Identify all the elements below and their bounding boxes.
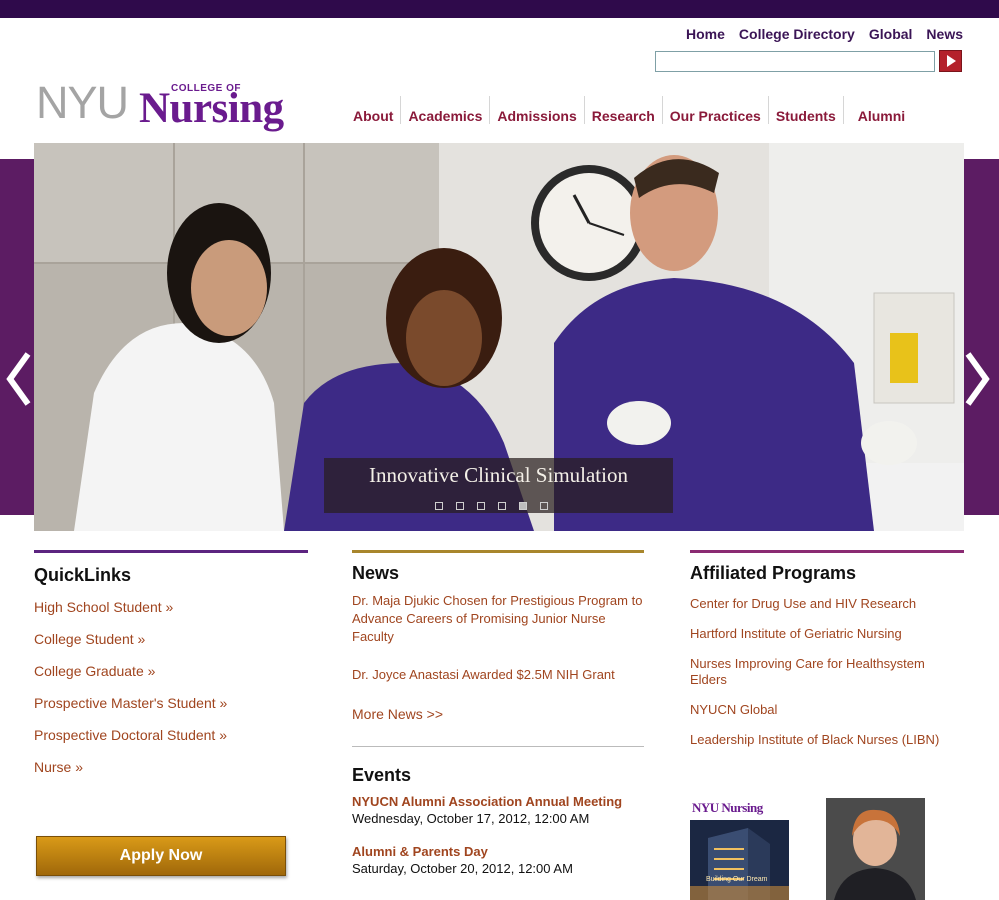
quicklinks-section: QuickLinks High School Student » College… [34,550,308,776]
magazine-cover-image[interactable]: NYU Nursing Building Our Dream [690,798,789,900]
site-logo[interactable]: NYU COLLEGE OF Nursing [36,80,306,140]
slide-dot[interactable] [456,502,464,510]
nav-students[interactable]: Students [769,96,844,124]
affiliated-programs-section: Affiliated Programs Center for Drug Use … [690,550,964,748]
slide-dot[interactable] [540,502,548,510]
nav-research[interactable]: Research [585,96,663,124]
quicklink-college-graduate[interactable]: College Graduate » [34,662,308,680]
magazine-logo-text: NYU Nursing [692,800,763,815]
event-item: NYUCN Alumni Association Annual Meeting … [352,794,644,826]
quicklinks-title: QuickLinks [34,565,132,585]
nav-our-practices[interactable]: Our Practices [663,96,769,124]
slideshow-prev-button[interactable] [2,350,34,408]
search-button[interactable] [939,50,962,72]
affiliated-link-libn[interactable]: Leadership Institute of Black Nurses (LI… [690,732,964,748]
utility-nav: Home College Directory Global News [686,26,963,42]
quicklink-prospective-masters[interactable]: Prospective Master's Student » [34,694,308,712]
news-title: News [352,563,400,583]
quicklink-college-student[interactable]: College Student » [34,630,308,648]
slide-dot-active[interactable] [519,502,527,510]
event-title-link[interactable]: Alumni & Parents Day [352,844,644,859]
event-title-link[interactable]: NYUCN Alumni Association Annual Meeting [352,794,644,809]
news-item[interactable]: Dr. Joyce Anastasi Awarded $2.5M NIH Gra… [352,666,644,684]
section-divider [690,550,964,553]
magazine-tagline: Building Our Dream [706,876,768,883]
utility-link-home[interactable]: Home [686,26,725,42]
affiliated-link-niche[interactable]: Nurses Improving Care for Healthsystem E… [690,656,964,688]
hero-caption: Innovative Clinical Simulation [324,458,673,513]
main-nav: About Academics Admissions Research Our … [346,96,912,124]
nav-admissions[interactable]: Admissions [490,96,585,124]
slide-dot[interactable] [435,502,443,510]
affiliated-title: Affiliated Programs [690,563,857,583]
slide-dot[interactable] [477,502,485,510]
events-section: Events NYUCN Alumni Association Annual M… [352,765,644,876]
nav-about[interactable]: About [346,96,402,124]
top-bar [0,0,999,18]
nav-academics[interactable]: Academics [401,96,491,124]
slideshow-next-button[interactable] [962,350,994,408]
utility-link-college-directory[interactable]: College Directory [739,26,855,42]
play-arrow-icon [946,55,956,67]
slide-indicators [435,502,548,510]
affiliated-link-drug-use-hiv[interactable]: Center for Drug Use and HIV Research [690,596,964,612]
event-date: Saturday, October 20, 2012, 12:00 AM [352,861,573,876]
events-title: Events [352,765,412,785]
news-events-divider [352,746,644,747]
section-divider [352,550,644,553]
news-section: News Dr. Maja Djukic Chosen for Prestigi… [352,550,644,876]
nav-alumni[interactable]: Alumni [844,96,912,124]
more-news-link[interactable]: More News >> [352,706,644,722]
event-item: Alumni & Parents Day Saturday, October 2… [352,844,644,876]
affiliated-link-hartford[interactable]: Hartford Institute of Geriatric Nursing [690,626,964,642]
chevron-left-icon [6,352,31,406]
search-input[interactable] [655,51,935,72]
dean-portrait-art [826,798,925,900]
logo-nyu: NYU [36,77,129,128]
quicklink-high-school-student[interactable]: High School Student » [34,598,308,616]
event-date: Wednesday, October 17, 2012, 12:00 AM [352,811,590,826]
hero-caption-text: Innovative Clinical Simulation [369,463,628,487]
utility-link-news[interactable]: News [926,26,963,42]
dean-portrait-image[interactable] [826,798,925,900]
section-divider [34,550,308,553]
apply-now-button[interactable]: Apply Now [36,836,286,876]
slide-dot[interactable] [498,502,506,510]
quicklink-nurse[interactable]: Nurse » [34,758,308,776]
logo-nursing: Nursing [139,85,284,132]
news-item[interactable]: Dr. Maja Djukic Chosen for Prestigious P… [352,592,644,646]
utility-link-global[interactable]: Global [869,26,913,42]
quicklink-prospective-doctoral[interactable]: Prospective Doctoral Student » [34,726,308,744]
affiliated-link-nyucn-global[interactable]: NYUCN Global [690,702,964,718]
chevron-right-icon [965,352,990,406]
